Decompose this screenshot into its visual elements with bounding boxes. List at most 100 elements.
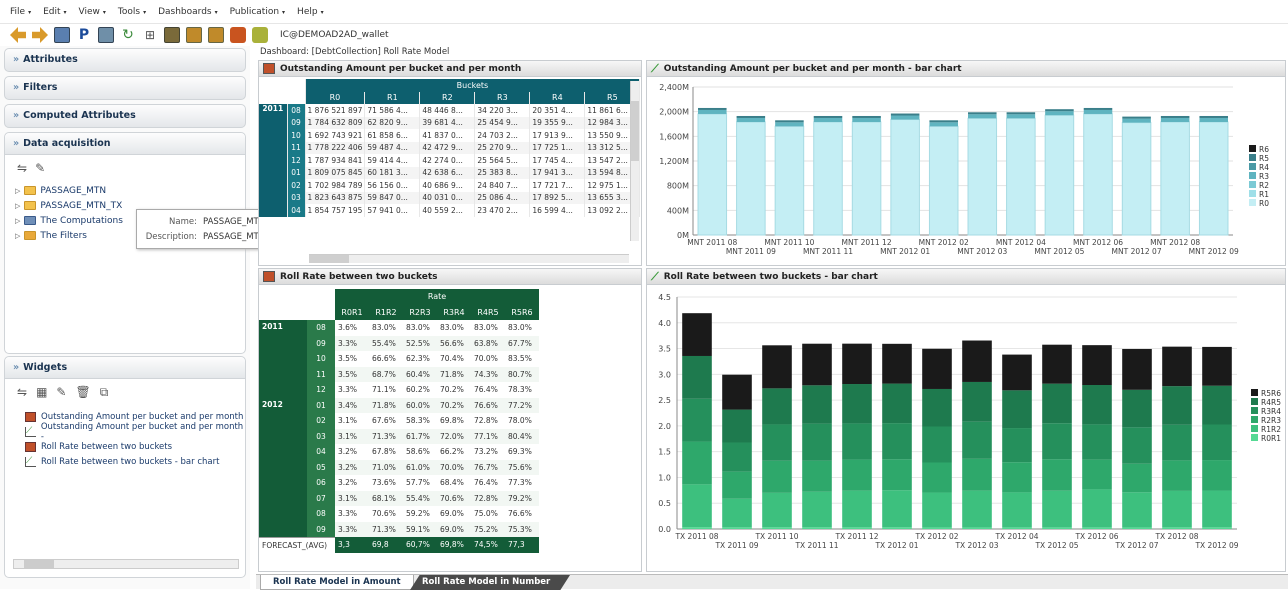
wallet-icon[interactable] <box>230 27 246 43</box>
bar-segment-r4r5[interactable] <box>882 383 912 424</box>
bar-segment-r0r1[interactable] <box>882 527 912 529</box>
bar-r0[interactable] <box>851 121 882 236</box>
bar-upper-buckets[interactable] <box>698 109 727 114</box>
bar-upper-buckets[interactable] <box>1199 117 1228 122</box>
computed-attributes-header[interactable]: » Computed Attributes <box>4 104 246 128</box>
column-header[interactable]: R0 <box>305 91 366 104</box>
bar-r0[interactable] <box>1160 121 1190 236</box>
bar-segment-r5r6[interactable] <box>802 343 832 386</box>
bar-top-buckets[interactable] <box>1006 112 1036 115</box>
column-header[interactable]: R3 <box>474 91 531 104</box>
bar-upper-buckets[interactable] <box>968 114 997 119</box>
bar-segment-r1r2[interactable] <box>962 490 992 528</box>
bar-segment-r3r4[interactable] <box>1202 424 1232 461</box>
bar-top-buckets[interactable] <box>852 115 881 118</box>
bar-segment-r3r4[interactable] <box>842 423 872 460</box>
menu-file[interactable]: File ▾ <box>10 7 31 17</box>
bar-segment-r5r6[interactable] <box>1002 354 1032 391</box>
menu-tools[interactable]: Tools ▾ <box>118 7 146 17</box>
bar-segment-r3r4[interactable] <box>762 424 792 461</box>
bar-top-buckets[interactable] <box>1160 115 1190 118</box>
tab-roll-rate-number[interactable]: Roll Rate Model in Number <box>410 575 570 590</box>
column-header[interactable]: R1R2 <box>369 304 403 320</box>
bar-segment-r4r5[interactable] <box>1162 386 1192 425</box>
bar-r0[interactable] <box>736 121 766 236</box>
bar-segment-r5r6[interactable] <box>1082 345 1112 386</box>
bar-segment-r2r3[interactable] <box>762 460 792 493</box>
menu-dashboards[interactable]: Dashboards ▾ <box>158 7 218 17</box>
filters-header[interactable]: » Filters <box>4 76 246 100</box>
bar-upper-buckets[interactable] <box>1160 117 1190 122</box>
menu-view[interactable]: View ▾ <box>79 7 106 17</box>
widgets-header[interactable]: » Widgets <box>5 357 245 379</box>
bar-r0[interactable] <box>774 125 805 236</box>
bar-r0[interactable] <box>1121 122 1152 236</box>
edit-pencil-icon[interactable]: ✎ <box>56 385 66 400</box>
tab-roll-rate-amount[interactable]: Roll Rate Model in Amount <box>260 575 414 590</box>
bar-upper-buckets[interactable] <box>929 122 958 127</box>
bar-segment-r5r6[interactable] <box>1202 346 1232 386</box>
bar-segment-r4r5[interactable] <box>1202 385 1232 425</box>
bar-upper-buckets[interactable] <box>890 115 920 120</box>
bar-segment-r2r3[interactable] <box>1042 459 1072 491</box>
bar-upper-buckets[interactable] <box>1122 118 1151 123</box>
forward-icon[interactable] <box>32 27 48 43</box>
column-header[interactable]: R3R4 <box>437 304 471 320</box>
column-header[interactable]: R5R6 <box>505 304 539 320</box>
bar-segment-r3r4[interactable] <box>1082 424 1112 460</box>
copy-icon[interactable]: ⧉ <box>100 385 109 400</box>
bar-r0[interactable] <box>928 125 959 236</box>
bar-segment-r2r3[interactable] <box>802 460 832 492</box>
bar-upper-buckets[interactable] <box>775 122 804 127</box>
tree-item-passage-mtn[interactable]: ▷ PASSAGE_MTN <box>15 183 123 198</box>
bar-segment-r4r5[interactable] <box>962 381 992 422</box>
bar-segment-r3r4[interactable] <box>1122 427 1152 464</box>
bar-segment-r0r1[interactable] <box>1002 527 1032 529</box>
bar-top-buckets[interactable] <box>813 115 843 118</box>
table-icon[interactable] <box>98 27 114 43</box>
bar-top-buckets[interactable] <box>1199 115 1228 118</box>
trash-icon[interactable]: 🗑 <box>75 385 90 400</box>
bar-segment-r4r5[interactable] <box>1042 383 1072 424</box>
bar-segment-r2r3[interactable] <box>962 458 992 491</box>
column-header[interactable]: R4 <box>529 91 586 104</box>
bar-segment-r0r1[interactable] <box>1162 527 1192 529</box>
bar-r0[interactable] <box>890 119 920 236</box>
bar-top-buckets[interactable] <box>775 120 804 123</box>
bar-upper-buckets[interactable] <box>813 117 843 122</box>
tree-icon[interactable]: ⊞ <box>142 27 158 43</box>
bar-segment-r3r4[interactable] <box>882 423 912 460</box>
bar-segment-r4r5[interactable] <box>682 355 712 399</box>
bar-segment-r3r4[interactable] <box>1042 423 1072 460</box>
bar-segment-r1r2[interactable] <box>722 498 752 528</box>
bar-segment-r0r1[interactable] <box>722 527 752 529</box>
bar-segment-r1r2[interactable] <box>842 490 872 528</box>
bar-segment-r0r1[interactable] <box>1122 527 1152 529</box>
bar-top-buckets[interactable] <box>1083 107 1113 110</box>
bar-segment-r3r4[interactable] <box>1002 428 1032 463</box>
bar-segment-r1r2[interactable] <box>1202 490 1232 528</box>
bar-segment-r5r6[interactable] <box>922 348 952 389</box>
tree-item-filters[interactable]: ▷ The Filters <box>15 228 123 243</box>
bar-upper-buckets[interactable] <box>1045 111 1074 116</box>
bar-segment-r0r1[interactable] <box>802 527 832 529</box>
wallet-settings-icon[interactable] <box>252 27 268 43</box>
bar-segment-r4r5[interactable] <box>1122 389 1152 428</box>
bar-segment-r3r4[interactable] <box>802 423 832 461</box>
edit-pencil-icon[interactable]: ✎ <box>35 161 45 175</box>
bar-segment-r3r4[interactable] <box>1162 424 1192 461</box>
menu-publication[interactable]: Publication ▾ <box>230 7 285 17</box>
column-header[interactable]: R2R3 <box>403 304 437 320</box>
horizontal-scrollbar[interactable] <box>13 559 239 569</box>
bar-segment-r4r5[interactable] <box>1002 390 1032 429</box>
bar-segment-r1r2[interactable] <box>1042 490 1072 528</box>
bar-segment-r3r4[interactable] <box>962 421 992 459</box>
bar-segment-r2r3[interactable] <box>682 441 712 485</box>
bar-top-buckets[interactable] <box>929 120 958 123</box>
dashboard-icon[interactable] <box>54 27 70 43</box>
horizontal-scrollbar[interactable] <box>309 254 629 263</box>
bar-segment-r4r5[interactable] <box>842 384 872 424</box>
back-icon[interactable] <box>10 27 26 43</box>
column-header[interactable]: R1 <box>364 91 421 104</box>
bar-segment-r2r3[interactable] <box>922 462 952 493</box>
